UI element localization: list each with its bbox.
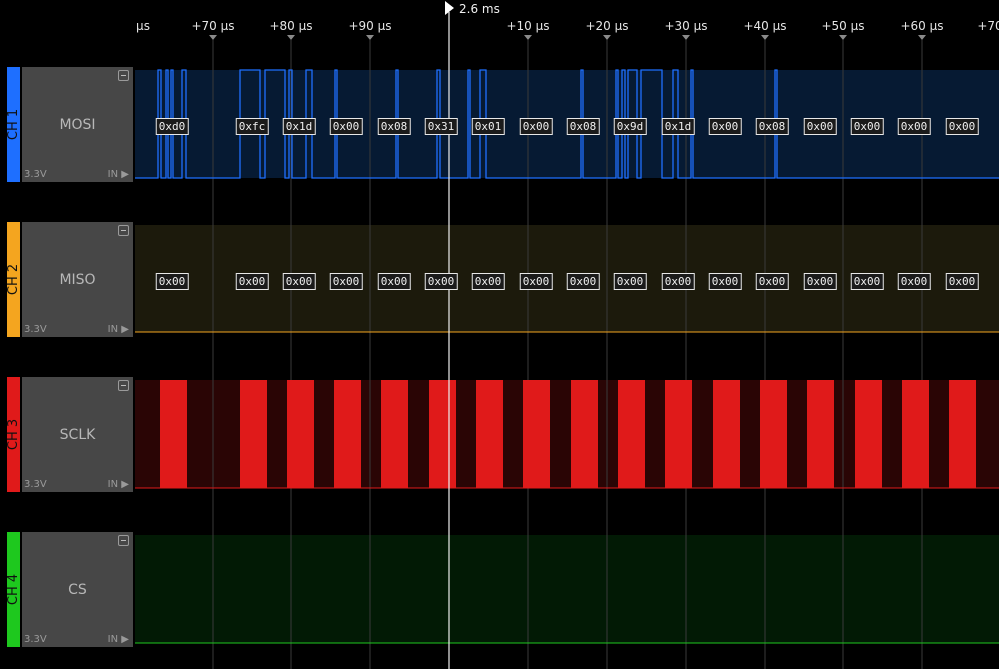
decoded-byte-label[interactable]: 0x08 bbox=[377, 118, 411, 135]
channel-header-ch1[interactable]: CH 1 MOSI 3.3V IN ▶ bbox=[0, 67, 134, 182]
decoded-byte-label[interactable]: 0x00 bbox=[803, 273, 837, 290]
decoded-byte-label[interactable]: 0x00 bbox=[945, 118, 979, 135]
voltage-label: 3.3V bbox=[24, 479, 47, 490]
channel-lane-background bbox=[135, 535, 999, 643]
decoded-byte-label[interactable]: 0x00 bbox=[566, 273, 600, 290]
waveform-area[interactable] bbox=[0, 0, 999, 669]
decoded-byte-label[interactable]: 0x00 bbox=[613, 273, 647, 290]
decoded-byte-label[interactable]: 0x00 bbox=[424, 273, 458, 290]
decoded-byte-label[interactable]: 0x1d bbox=[661, 118, 695, 135]
decoded-byte-label[interactable]: 0x00 bbox=[945, 273, 979, 290]
decoded-byte-label[interactable]: 0x00 bbox=[519, 273, 553, 290]
sclk-pulse bbox=[429, 380, 456, 488]
channel-panel: CS 3.3V IN ▶ bbox=[22, 532, 133, 647]
channel-name: MOSI bbox=[59, 116, 96, 133]
decoded-byte-label[interactable]: 0x00 bbox=[519, 118, 553, 135]
channel-name: SCLK bbox=[59, 426, 96, 443]
decoded-byte-label[interactable]: 0x00 bbox=[377, 273, 411, 290]
channel-header-ch3[interactable]: CH 3 SCLK 3.3V IN ▶ bbox=[0, 377, 134, 492]
decoded-byte-label[interactable]: 0xd0 bbox=[155, 118, 189, 135]
sclk-pulse bbox=[760, 380, 787, 488]
decoded-byte-label[interactable]: 0x08 bbox=[755, 118, 789, 135]
channel-id: CH 3 bbox=[6, 418, 22, 451]
decoded-byte-label[interactable]: 0x00 bbox=[282, 273, 316, 290]
decoded-byte-label[interactable]: 0x00 bbox=[897, 118, 931, 135]
decoded-byte-label[interactable]: 0x00 bbox=[897, 273, 931, 290]
decoded-byte-label[interactable]: 0x00 bbox=[471, 273, 505, 290]
sclk-pulse bbox=[713, 380, 740, 488]
collapse-icon[interactable] bbox=[118, 70, 129, 81]
decoded-byte-label[interactable]: 0x00 bbox=[329, 118, 363, 135]
decoded-byte-label[interactable]: 0x00 bbox=[850, 273, 884, 290]
decoded-byte-label[interactable]: 0xfc bbox=[235, 118, 269, 135]
decoded-byte-label[interactable]: 0x00 bbox=[708, 273, 742, 290]
channel-name: MISO bbox=[59, 271, 96, 288]
voltage-label: 3.3V bbox=[24, 169, 47, 180]
channel-name: CS bbox=[68, 581, 87, 598]
sclk-pulse bbox=[855, 380, 882, 488]
sclk-pulse bbox=[523, 380, 550, 488]
voltage-label: 3.3V bbox=[24, 634, 47, 645]
input-mode[interactable]: IN ▶ bbox=[108, 169, 129, 180]
collapse-icon[interactable] bbox=[118, 535, 129, 546]
sclk-pulse bbox=[902, 380, 929, 488]
channel-header-ch2[interactable]: CH 2 MISO 3.3V IN ▶ bbox=[0, 222, 134, 337]
decoded-byte-label[interactable]: 0x08 bbox=[566, 118, 600, 135]
decoded-byte-label[interactable]: 0x00 bbox=[661, 273, 695, 290]
sclk-pulse bbox=[381, 380, 408, 488]
decoded-byte-label[interactable]: 0x9d bbox=[613, 118, 647, 135]
channel-id: CH 1 bbox=[6, 108, 22, 141]
decoded-byte-label[interactable]: 0x00 bbox=[708, 118, 742, 135]
decoded-byte-label[interactable]: 0x00 bbox=[803, 118, 837, 135]
channel-panel: MISO 3.3V IN ▶ bbox=[22, 222, 133, 337]
sclk-pulse bbox=[571, 380, 598, 488]
sclk-pulse bbox=[949, 380, 976, 488]
decoded-byte-label[interactable]: 0x00 bbox=[155, 273, 189, 290]
collapse-icon[interactable] bbox=[118, 380, 129, 391]
channel-panel: SCLK 3.3V IN ▶ bbox=[22, 377, 133, 492]
sclk-pulse bbox=[807, 380, 834, 488]
sclk-pulse bbox=[665, 380, 692, 488]
channel-panel: MOSI 3.3V IN ▶ bbox=[22, 67, 133, 182]
decoded-byte-label[interactable]: 0x31 bbox=[424, 118, 458, 135]
play-icon: ▶ bbox=[121, 634, 129, 645]
sclk-pulse bbox=[240, 380, 267, 488]
decoded-byte-label[interactable]: 0x1d bbox=[282, 118, 316, 135]
input-mode[interactable]: IN ▶ bbox=[108, 634, 129, 645]
play-icon: ▶ bbox=[121, 169, 129, 180]
channel-id: CH 2 bbox=[6, 263, 22, 296]
input-mode[interactable]: IN ▶ bbox=[108, 324, 129, 335]
sclk-pulse bbox=[287, 380, 314, 488]
play-icon: ▶ bbox=[121, 479, 129, 490]
sclk-pulse bbox=[476, 380, 503, 488]
voltage-label: 3.3V bbox=[24, 324, 47, 335]
sclk-pulse bbox=[160, 380, 187, 488]
decoded-byte-label[interactable]: 0x00 bbox=[329, 273, 363, 290]
channel-header-ch4[interactable]: CH 4 CS 3.3V IN ▶ bbox=[0, 532, 134, 647]
decoded-byte-label[interactable]: 0x00 bbox=[755, 273, 789, 290]
sclk-pulse bbox=[618, 380, 645, 488]
play-icon: ▶ bbox=[121, 324, 129, 335]
decoded-byte-label[interactable]: 0x01 bbox=[471, 118, 505, 135]
collapse-icon[interactable] bbox=[118, 225, 129, 236]
decoded-byte-label[interactable]: 0x00 bbox=[235, 273, 269, 290]
channel-id: CH 4 bbox=[6, 573, 22, 606]
decoded-byte-label[interactable]: 0x00 bbox=[850, 118, 884, 135]
sclk-pulse bbox=[334, 380, 361, 488]
input-mode[interactable]: IN ▶ bbox=[108, 479, 129, 490]
